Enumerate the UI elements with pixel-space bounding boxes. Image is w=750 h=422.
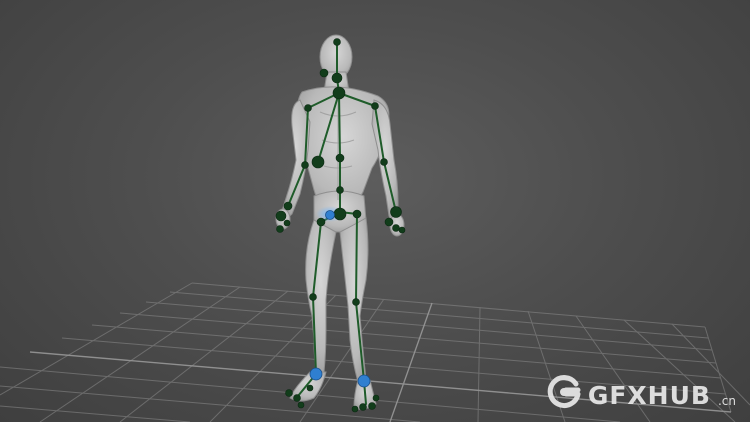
joint-pelvis-center[interactable] bbox=[333, 207, 347, 221]
joint-chest[interactable] bbox=[332, 86, 346, 100]
joint-right-toe-c[interactable] bbox=[297, 401, 305, 409]
joint-right-hand[interactable] bbox=[275, 210, 287, 222]
joint-left-elbow[interactable] bbox=[380, 158, 388, 166]
3d-viewport[interactable]: GFXHUB .cn bbox=[0, 0, 750, 422]
joint-right-shoulder[interactable] bbox=[304, 104, 312, 112]
joint-right-toe-b[interactable] bbox=[293, 394, 301, 402]
joint-left-heel[interactable] bbox=[372, 394, 380, 402]
bone-left-thigh bbox=[355, 213, 358, 303]
joint-right-toe-a[interactable] bbox=[285, 389, 293, 397]
joint-neck[interactable] bbox=[331, 72, 343, 84]
joint-right-hip[interactable] bbox=[316, 217, 326, 227]
joint-left-toe-a[interactable] bbox=[368, 402, 376, 410]
joint-right-elbow[interactable] bbox=[301, 161, 309, 169]
joint-left-finger-b[interactable] bbox=[398, 226, 406, 234]
joint-right-wrist[interactable] bbox=[283, 201, 293, 211]
joint-spine-base[interactable] bbox=[336, 186, 344, 194]
joint-right-finger-a[interactable] bbox=[276, 225, 284, 233]
bone-spine-upper bbox=[338, 92, 341, 159]
joint-pelvis-selected[interactable] bbox=[325, 210, 335, 220]
watermark: GFXHUB .cn bbox=[546, 374, 736, 410]
watermark-brand: GFXHUB bbox=[587, 381, 711, 410]
joint-left-hand[interactable] bbox=[384, 217, 394, 227]
joint-right-heel[interactable] bbox=[306, 384, 314, 392]
joint-left-toe-c[interactable] bbox=[351, 405, 359, 413]
joint-right-ankle-selected[interactable] bbox=[309, 367, 323, 381]
joint-left-toe-b[interactable] bbox=[359, 403, 367, 411]
gfxhub-g-logo-icon bbox=[547, 375, 581, 409]
joint-right-knee[interactable] bbox=[309, 293, 317, 301]
joint-left-finger-a[interactable] bbox=[392, 224, 400, 232]
joint-left-ankle-selected[interactable] bbox=[357, 374, 371, 388]
joint-right-finger-b[interactable] bbox=[283, 219, 291, 227]
joint-left-shoulder[interactable] bbox=[371, 102, 379, 110]
joint-left-wrist[interactable] bbox=[390, 206, 402, 218]
joint-head-top[interactable] bbox=[333, 38, 341, 46]
joint-left-hip[interactable] bbox=[352, 209, 362, 219]
joint-spine-mid[interactable] bbox=[311, 155, 325, 169]
joint-left-knee[interactable] bbox=[352, 298, 360, 306]
scene-canvas[interactable] bbox=[0, 0, 750, 422]
joint-jaw[interactable] bbox=[319, 68, 329, 78]
joint-spine-lower[interactable] bbox=[335, 153, 345, 163]
watermark-domain: .cn bbox=[717, 394, 736, 408]
